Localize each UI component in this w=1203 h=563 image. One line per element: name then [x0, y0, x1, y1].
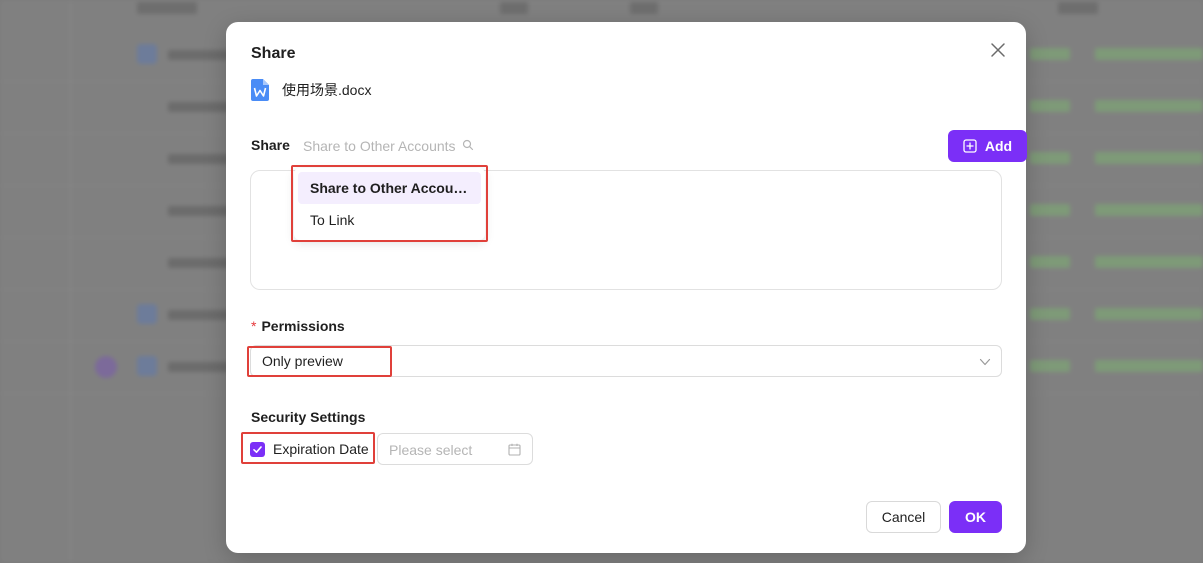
dropdown-item-to-link[interactable]: To Link: [298, 204, 481, 236]
background-header-cell: [630, 2, 658, 14]
check-icon: [253, 445, 262, 453]
permissions-label: * Permissions: [251, 318, 345, 334]
expiration-date-label: Expiration Date: [273, 441, 369, 457]
chevron-down-icon: [979, 358, 991, 366]
required-mark: *: [251, 318, 257, 334]
permissions-value: Only preview: [262, 353, 343, 369]
permissions-select[interactable]: Only preview: [250, 345, 1002, 377]
cancel-button[interactable]: Cancel: [866, 501, 941, 533]
dropdown-item-share-accounts[interactable]: Share to Other Accou…: [298, 172, 481, 204]
date-input[interactable]: [389, 440, 504, 460]
share-dialog: Share 使用场景.docx Share Add Share to: [226, 22, 1027, 553]
close-icon: [991, 43, 1005, 57]
file-info: 使用场景.docx: [251, 78, 371, 102]
dialog-title: Share: [251, 45, 296, 62]
ok-button[interactable]: OK: [949, 501, 1002, 533]
background-header-cell: [1058, 2, 1098, 14]
share-label: Share: [251, 137, 290, 153]
plus-square-icon: [963, 139, 977, 153]
checkbox-checked[interactable]: [250, 441, 265, 457]
calendar-icon: [508, 443, 521, 456]
add-button-label: Add: [984, 138, 1013, 154]
share-row: Share Add: [251, 130, 1027, 162]
background-header-cell: [500, 2, 528, 14]
background-header-cell: [137, 2, 197, 14]
expiration-date-checkbox[interactable]: Expiration Date: [250, 436, 369, 462]
background-header: [0, 0, 1203, 20]
word-doc-icon: [251, 79, 269, 101]
expiration-date-picker[interactable]: [377, 433, 533, 465]
close-button[interactable]: [988, 40, 1008, 60]
share-type-dropdown: Share to Other Accou… To Link: [294, 168, 485, 240]
search-icon: [462, 139, 474, 151]
add-button[interactable]: Add: [948, 130, 1027, 162]
file-name: 使用场景.docx: [282, 82, 372, 98]
security-settings-label: Security Settings: [251, 409, 366, 425]
permissions-label-text: Permissions: [261, 318, 345, 334]
